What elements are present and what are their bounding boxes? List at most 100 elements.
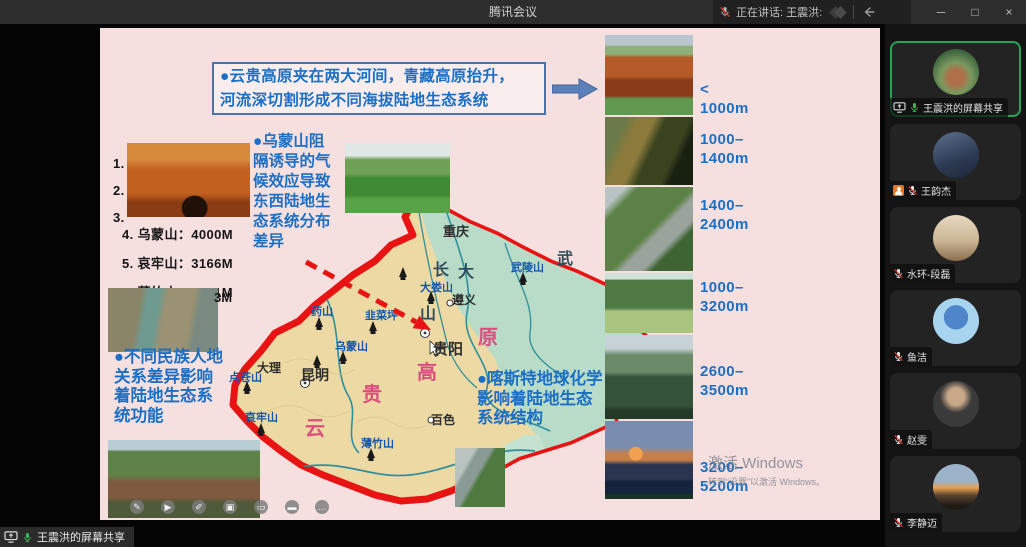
windows-activation-watermark: 激活 Windows 转到“设置”以激活 Windows。 xyxy=(708,452,825,488)
photo-river-valley xyxy=(108,288,218,352)
map-peak-label: 药山 xyxy=(311,303,333,319)
mic-on-icon xyxy=(22,532,33,543)
avatar xyxy=(933,132,979,178)
participant-name-tag: 鱼洁 xyxy=(890,347,932,366)
map-peak-label: 武陵山 xyxy=(511,259,544,275)
mic-muted-icon xyxy=(719,6,731,18)
title-bar: 腾讯会议 正在讲话: 王震洪: ─ □ × xyxy=(0,0,1026,24)
screen-share-name: 王震洪的屏幕共享 xyxy=(37,529,125,545)
elevation-label: 1000– 1400m xyxy=(700,130,749,168)
elevation-label: 2600– 3500m xyxy=(700,362,749,400)
avatar xyxy=(933,49,979,95)
more-icon[interactable]: … xyxy=(315,500,329,514)
participant-name-tag: 水环-段磊 xyxy=(890,264,955,283)
undo-arrow-icon[interactable] xyxy=(862,5,877,19)
avatar xyxy=(933,381,979,427)
participant-tile[interactable]: 李静迈 xyxy=(890,456,1021,532)
map-peak-label: 乌蒙山 xyxy=(335,338,368,354)
screen-share-icon xyxy=(893,102,906,113)
maximize-button[interactable]: □ xyxy=(958,0,992,24)
photo-desert-dune xyxy=(127,143,250,217)
mic-on-icon xyxy=(909,102,920,113)
participant-tile[interactable]: 赵雯 xyxy=(890,373,1021,449)
map-region-char: 贵 xyxy=(362,378,382,407)
participant-tile[interactable]: 鱼洁 xyxy=(890,290,1021,366)
participant-name: 王韵杰 xyxy=(921,183,951,198)
note-ethnic-relations: ●不同民族人地关系差异影响着陆地生态系统功能 xyxy=(114,348,226,426)
map-city-label: 昆明 xyxy=(301,365,329,385)
participant-name-tag: 李静迈 xyxy=(890,513,942,532)
participant-name-tag: 王韵杰 xyxy=(890,181,956,200)
map-region-char: 云 xyxy=(305,412,325,441)
meeting-logo-icon xyxy=(831,8,845,17)
participant-tile[interactable]: 王韵杰 xyxy=(890,124,1021,200)
elevation-label: < 1000m xyxy=(700,80,749,118)
note-wumengshan: ●乌蒙山阻隔诱导的气候效应导致东西陆地生态系统分布差异 xyxy=(253,132,339,252)
elevation-label: 1000– 3200m xyxy=(700,278,749,316)
mountain-list-item: 5. 哀牢山：3166M xyxy=(122,253,233,272)
map-range-char: 长 xyxy=(433,256,449,280)
mountain-list-number: 2. xyxy=(113,183,125,198)
partial-elevation-value: 3M xyxy=(214,290,232,305)
screen-share-label: 王震洪的屏幕共享 xyxy=(0,527,134,547)
window-controls: ─ □ × xyxy=(924,0,1026,24)
participant-sidebar: 王震洪的屏幕共享王韵杰水环-段磊鱼洁赵雯李静迈 xyxy=(885,24,1026,547)
map-peak-label: 哀牢山 xyxy=(245,409,278,425)
slide-headline-box: ●云贵高原夹在两大河间，青藏高原抬升，河流深切割形成不同海拔陆地生态系统 xyxy=(212,62,546,115)
comment-icon[interactable]: ▬ xyxy=(285,500,299,514)
shared-slide: ●云贵高原夹在两大河间，青藏高原抬升，河流深切割形成不同海拔陆地生态系统 xyxy=(100,28,880,520)
screen-share-icon xyxy=(4,531,18,543)
map-range-char: 山 xyxy=(420,300,436,324)
pen-icon[interactable]: ✎ xyxy=(130,500,144,514)
map-city-label: 贵阳 xyxy=(433,338,463,359)
camera-icon[interactable]: ▭ xyxy=(254,500,268,514)
photo-pine-pasture xyxy=(605,273,693,333)
mic-muted-icon xyxy=(893,517,904,528)
mountain-list-number: 1. xyxy=(113,156,125,171)
map-city-label: 百色 xyxy=(431,411,455,428)
frame-icon[interactable]: ▣ xyxy=(223,500,237,514)
right-arrow-icon xyxy=(552,77,598,101)
avatar xyxy=(933,298,979,344)
participant-tile[interactable]: 王震洪的屏幕共享 xyxy=(890,41,1021,117)
play-icon[interactable]: ▶ xyxy=(161,500,175,514)
mic-muted-icon xyxy=(893,434,904,445)
participant-tile[interactable]: 水环-段磊 xyxy=(890,207,1021,283)
speaking-label: 正在讲话: 王震洪: xyxy=(736,4,822,20)
elevation-label: 1400– 2400m xyxy=(700,196,749,234)
highlighter-icon[interactable]: ✐ xyxy=(192,500,206,514)
avatar xyxy=(933,464,979,510)
divider xyxy=(853,5,854,19)
participant-name: 赵雯 xyxy=(907,432,927,447)
map-range-char: 武 xyxy=(557,245,573,269)
tencent-meeting-window: { "window": { "title": "腾讯会议", "speaking… xyxy=(0,0,1026,547)
photo-karst-meadow xyxy=(345,143,450,213)
map-city-label: 重庆 xyxy=(443,221,469,240)
participant-name: 鱼洁 xyxy=(907,349,927,364)
member-badge-icon xyxy=(893,185,904,196)
photo-red-soil-canyon xyxy=(605,35,693,115)
mountain-list-number: 3. xyxy=(113,210,125,225)
participant-name-tag: 王震洪的屏幕共享 xyxy=(890,98,1008,117)
speaking-indicator: 正在讲话: 王震洪: xyxy=(713,0,911,24)
map-region-char: 原 xyxy=(478,321,498,350)
map-peak-label: 点苍山 xyxy=(229,369,262,385)
note-karst-geochemistry: ●喀斯特地球化学影响着陆地生态系统结构 xyxy=(477,370,603,429)
minimize-button[interactable]: ─ xyxy=(924,0,958,24)
close-button[interactable]: × xyxy=(992,0,1026,24)
photo-fir-forest xyxy=(605,335,693,419)
avatar xyxy=(933,215,979,261)
map-peak-label: 韭菜坪 xyxy=(365,307,398,323)
map-range-char: 大 xyxy=(458,258,474,282)
map-peak-label: 大娄山 xyxy=(420,279,453,295)
mic-muted-icon xyxy=(893,351,904,362)
photo-green-cliff xyxy=(455,448,505,507)
map-region-char: 高 xyxy=(417,356,437,385)
photo-forest-cliff xyxy=(605,187,693,271)
participant-name: 水环-段磊 xyxy=(907,266,950,281)
participant-name-tag: 赵雯 xyxy=(890,430,932,449)
mic-muted-icon xyxy=(907,185,918,196)
photo-dark-valley-slope xyxy=(605,117,693,185)
participant-name: 李静迈 xyxy=(907,515,937,530)
map-city-label: 遵义 xyxy=(452,291,476,308)
